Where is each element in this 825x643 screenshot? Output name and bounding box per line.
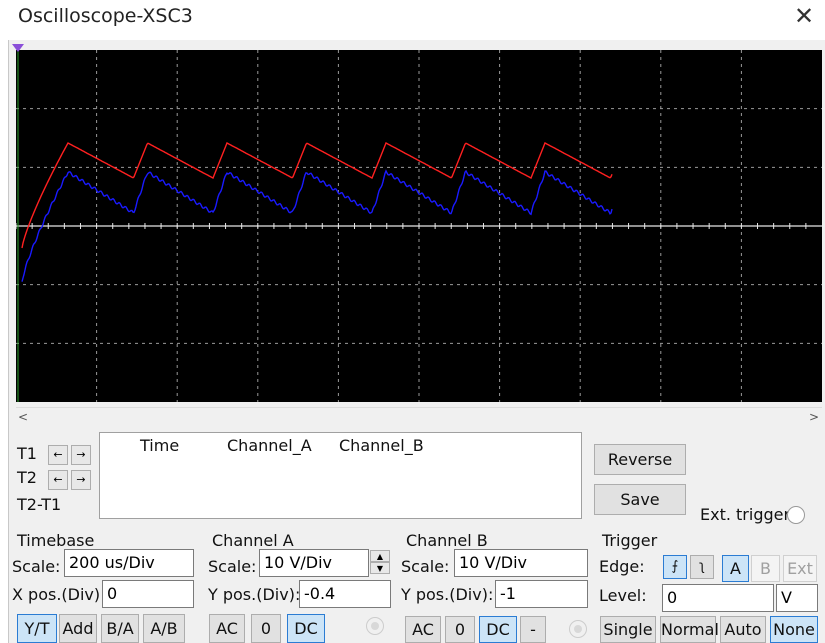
channel-b-title: Channel B	[406, 531, 488, 550]
mode-add-button[interactable]: Add	[59, 614, 97, 643]
horizontal-scrollbar[interactable]: < >	[16, 407, 822, 428]
channel-a-scale-field[interactable]: 10 V/Div	[259, 549, 369, 577]
timebase-xpos-label: X pos.(Div):	[12, 585, 106, 604]
window-title: Oscilloscope-XSC3	[18, 5, 193, 27]
trigger-source-b-button: B	[751, 555, 780, 582]
readout-header-channel-b: Channel_B	[339, 436, 424, 455]
t2-label: T2	[17, 468, 37, 487]
t2-t1-label: T2-T1	[17, 495, 62, 514]
trigger-normal-button[interactable]: Normal	[660, 616, 719, 643]
measurement-readout: Time Channel_A Channel_B	[99, 432, 582, 519]
save-button[interactable]: Save	[594, 484, 686, 515]
channel-a-title: Channel A	[212, 531, 294, 550]
t2-right-button[interactable]: →	[71, 470, 91, 490]
timebase-title: Timebase	[17, 531, 95, 550]
rising-edge-icon[interactable]: ⨍	[663, 555, 687, 579]
scroll-right-icon[interactable]: >	[809, 410, 819, 424]
trigger-level-label: Level:	[599, 586, 647, 605]
timebase-scale-field[interactable]: 200 us/Div	[64, 549, 194, 577]
watermark-logo: 电子发烧友	[678, 595, 754, 613]
timebase-xpos-field[interactable]: 0	[102, 580, 194, 608]
channel-b-ac-button[interactable]: AC	[405, 616, 441, 643]
t1-label: T1	[17, 444, 37, 463]
trigger-source-ext-button: Ext	[783, 555, 817, 582]
trigger-level-unit[interactable]: V	[776, 584, 818, 612]
trigger-source-a-button[interactable]: A	[722, 555, 749, 582]
falling-edge-icon[interactable]: ʅ	[690, 555, 714, 579]
channel-a-ac-button[interactable]: AC	[209, 614, 245, 643]
spin-up-icon[interactable]: ▲	[370, 550, 390, 562]
reverse-button[interactable]: Reverse	[594, 444, 686, 475]
t1-left-button[interactable]: ←	[48, 445, 68, 465]
mode-ab-button[interactable]: A/B	[143, 614, 185, 643]
cursor-t1-marker[interactable]	[12, 44, 24, 52]
readout-header-channel-a: Channel_A	[227, 436, 312, 455]
channel-a-radio	[366, 617, 384, 635]
channel-a-trace	[21, 142, 613, 249]
channel-b-scale-label: Scale:	[401, 557, 450, 576]
channel-b-dc-button[interactable]: DC	[479, 616, 517, 643]
channel-a-ypos-field[interactable]: -0.4	[299, 580, 391, 608]
channel-b-invert-button[interactable]: -	[520, 616, 546, 643]
scope-display	[15, 50, 822, 402]
trigger-title: Trigger	[602, 531, 658, 550]
scope-canvas	[15, 50, 822, 402]
close-icon[interactable]: ✕	[794, 4, 814, 28]
channel-b-ypos-label: Y pos.(Div):	[401, 585, 494, 604]
scroll-left-icon[interactable]: <	[18, 410, 28, 424]
timebase-scale-label: Scale:	[12, 557, 61, 576]
mode-yt-button[interactable]: Y/T	[17, 614, 57, 643]
channel-b-radio	[569, 620, 587, 638]
t2-left-button[interactable]: ←	[48, 470, 68, 490]
readout-header-time: Time	[140, 436, 180, 455]
trigger-auto-button[interactable]: Auto	[720, 616, 766, 643]
spin-down-icon[interactable]: ▼	[370, 562, 390, 574]
channel-a-scale-spinner[interactable]: ▲ ▼	[370, 550, 390, 574]
channel-b-ypos-field[interactable]: -1	[495, 580, 588, 608]
trigger-none-button[interactable]: None	[770, 616, 818, 643]
t1-right-button[interactable]: →	[71, 445, 91, 465]
channel-b-scale-field[interactable]: 10 V/Div	[454, 549, 588, 577]
channel-a-ypos-label: Y pos.(Div):	[208, 585, 301, 604]
mode-ba-button[interactable]: B/A	[101, 614, 139, 643]
channel-a-dc-button[interactable]: DC	[287, 614, 325, 643]
channel-a-scale-label: Scale:	[208, 557, 257, 576]
channel-a-zero-button[interactable]: 0	[251, 614, 281, 643]
channel-b-zero-button[interactable]: 0	[445, 616, 475, 643]
ext-trigger-label: Ext. trigger	[700, 505, 791, 524]
ext-trigger-radio[interactable]	[787, 506, 805, 524]
trigger-single-button[interactable]: Single	[600, 616, 656, 643]
trigger-edge-label: Edge:	[599, 557, 645, 576]
